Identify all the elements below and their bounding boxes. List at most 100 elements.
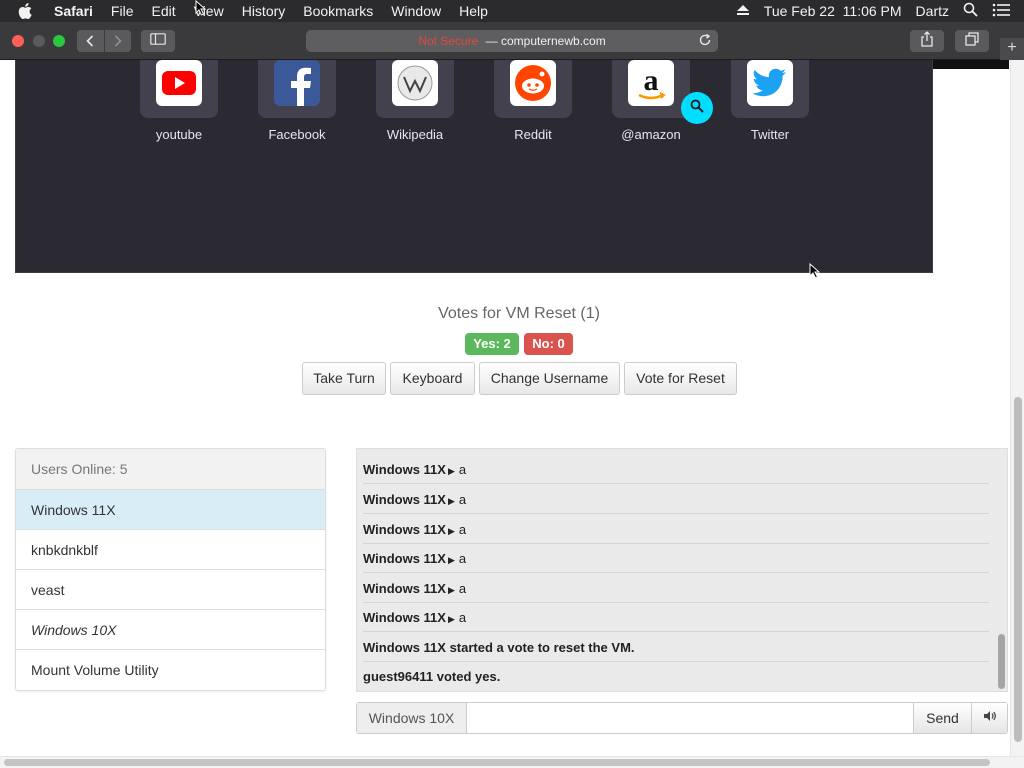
chat-arrow-icon: ▶	[447, 496, 455, 506]
eject-icon[interactable]	[736, 3, 750, 19]
user-list-item[interactable]: Windows 10X	[16, 610, 325, 650]
chat-arrow-icon: ▶	[447, 555, 455, 565]
menu-app-name[interactable]: Safari	[54, 0, 93, 22]
chat-message: Windows 11X ▶ a	[363, 544, 989, 573]
search-shortcut-badge[interactable]	[681, 92, 713, 124]
shortcut-label: Wikipedia	[386, 127, 444, 142]
reload-icon[interactable]	[698, 33, 712, 50]
vertical-scroll-thumb[interactable]	[1014, 397, 1022, 742]
chat-message: Windows 11X ▶ a	[363, 603, 989, 632]
menu-help[interactable]: Help	[459, 0, 488, 22]
sidebar-toggle-button[interactable]	[141, 30, 175, 52]
chat-input-group: Windows 10X Send	[356, 702, 1008, 734]
menu-edit[interactable]: Edit	[151, 0, 175, 22]
clock-datetime[interactable]: Tue Feb 22 11:06 PM	[764, 3, 902, 19]
address-bar[interactable]: Not Secure — computernewb.com	[306, 30, 718, 52]
tabs-overview-icon	[965, 31, 979, 51]
share-button[interactable]	[910, 30, 944, 52]
facebook-icon	[274, 60, 320, 106]
back-button[interactable]	[77, 30, 104, 52]
menu-bar: Safari File Edit View History Bookmarks …	[0, 0, 1024, 22]
new-tab-button[interactable]: +	[1000, 38, 1024, 60]
youtube-icon	[156, 60, 202, 106]
show-tabs-button[interactable]	[955, 30, 989, 52]
chat-arrow-icon: ▶	[447, 526, 455, 536]
take-turn-button[interactable]: Take Turn	[302, 362, 386, 395]
not-secure-label: Not Secure	[418, 34, 479, 48]
share-icon	[920, 30, 934, 52]
shortcut-reddit[interactable]: Reddit	[493, 60, 573, 142]
chat-message-input[interactable]	[468, 703, 913, 733]
user-list-item[interactable]: knbkdnkblf	[16, 530, 325, 570]
change-username-button[interactable]: Change Username	[479, 362, 620, 395]
user-list-item[interactable]: Mount Volume Utility	[16, 650, 325, 690]
nav-buttons	[77, 30, 131, 52]
menu-history[interactable]: History	[242, 0, 286, 22]
chat-text: a	[458, 581, 467, 596]
page-horizontal-scrollbar[interactable]	[0, 756, 1024, 768]
shortcut-label: youtube	[155, 127, 203, 142]
chat-username: Windows 11X	[363, 610, 446, 625]
user-list-item[interactable]: Windows 11X	[16, 490, 325, 530]
chat-scrollbar[interactable]	[998, 634, 1005, 689]
close-window-button[interactable]	[12, 35, 24, 47]
url-separator: —	[482, 34, 501, 48]
chat-message: Windows 11X ▶ a	[363, 574, 989, 603]
reddit-icon	[510, 60, 556, 106]
forward-button[interactable]	[105, 30, 132, 52]
control-center-list-icon[interactable]	[992, 3, 1010, 20]
chat-text: a	[458, 610, 467, 625]
vote-reset-button[interactable]: Vote for Reset	[624, 362, 737, 395]
chat-text: a	[458, 492, 467, 507]
url-domain: computernewb.com	[500, 34, 606, 48]
fullscreen-window-button[interactable]	[53, 35, 65, 47]
chat-username: Windows 11X	[363, 581, 446, 596]
chat-username: Windows 11X	[363, 462, 446, 477]
svg-text:a: a	[644, 64, 659, 97]
chat-text: a	[458, 551, 467, 566]
page-vertical-scrollbar[interactable]	[1010, 60, 1024, 758]
chat-username: Windows 11X	[363, 522, 446, 537]
shortcut-twitter[interactable]: Twitter	[730, 60, 810, 142]
browser-toolbar: Not Secure — computernewb.com	[0, 22, 1024, 60]
page-content: youtube Facebook Wikipedia Reddit a @ama…	[0, 60, 1010, 758]
chat-system-message: Windows 11X started a vote to reset the …	[363, 633, 989, 662]
chat-message: Windows 11X ▶ a	[363, 485, 989, 514]
shortcut-amazon[interactable]: a @amazon	[611, 60, 691, 142]
vm-display[interactable]: youtube Facebook Wikipedia Reddit a @ama…	[15, 60, 933, 273]
vote-no-badge: No: 0	[524, 333, 573, 355]
user-list-item[interactable]: veast	[16, 570, 325, 610]
chat-username-label: Windows 10X	[357, 703, 467, 733]
twitter-icon	[747, 60, 793, 106]
users-online-header: Users Online: 5	[16, 449, 325, 490]
sidebar-icon	[150, 32, 166, 50]
mouse-pointer-icon	[809, 262, 821, 284]
user-name[interactable]: Dartz	[916, 3, 949, 19]
mouse-pointer-icon	[195, 0, 207, 21]
menu-file[interactable]: File	[111, 0, 134, 22]
shortcut-wikipedia[interactable]: Wikipedia	[375, 60, 455, 142]
menu-window[interactable]: Window	[391, 0, 441, 22]
chat-arrow-icon: ▶	[447, 614, 455, 624]
online-users-panel: Users Online: 5 Windows 11X knbkdnkblf v…	[15, 448, 326, 691]
shortcut-facebook[interactable]: Facebook	[257, 60, 337, 142]
shortcut-youtube[interactable]: youtube	[139, 60, 219, 142]
chat-username: Windows 11X	[363, 551, 446, 566]
keyboard-button[interactable]: Keyboard	[390, 362, 475, 395]
apple-icon[interactable]	[18, 3, 40, 19]
vote-yes-badge: Yes: 2	[465, 333, 519, 355]
shortcut-label: Twitter	[750, 127, 790, 142]
volume-icon	[983, 709, 997, 727]
spotlight-search-icon[interactable]	[963, 2, 978, 20]
volume-button[interactable]	[971, 703, 1007, 733]
horizontal-scroll-thumb[interactable]	[4, 759, 990, 766]
chat-log[interactable]: Windows 11X ▶ a Windows 11X ▶ a Windows 11X ▶…	[356, 448, 1008, 692]
chat-arrow-icon: ▶	[447, 466, 455, 476]
menu-bookmarks[interactable]: Bookmarks	[303, 0, 373, 22]
shortcut-label: @amazon	[621, 127, 681, 142]
wikipedia-icon	[392, 60, 438, 106]
chat-username: Windows 11X	[363, 492, 446, 507]
minimize-window-button[interactable]	[33, 35, 45, 47]
send-button[interactable]: Send	[913, 703, 971, 733]
vm-display-edge	[933, 60, 1009, 69]
